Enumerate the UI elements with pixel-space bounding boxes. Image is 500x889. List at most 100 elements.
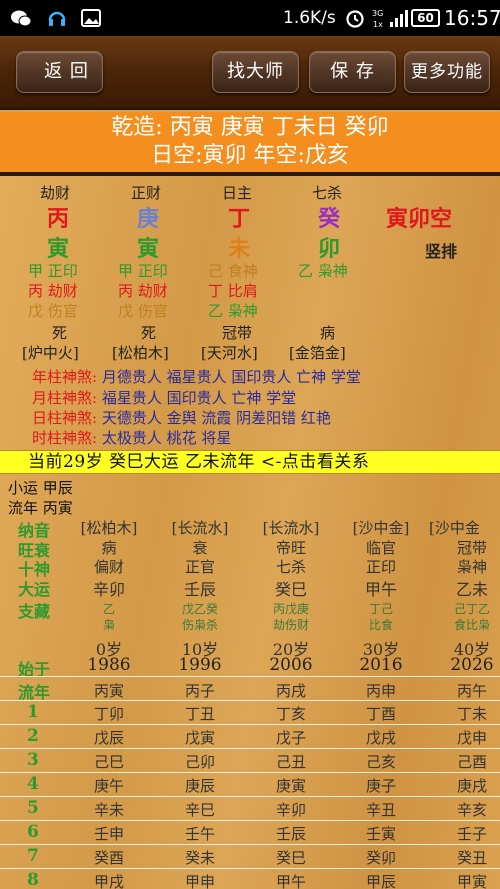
table-divider [0, 868, 500, 869]
liunian-cell[interactable]: 丁丑 [155, 703, 245, 724]
headset-icon [48, 11, 66, 26]
more-functions-button[interactable]: 更多功能 [404, 51, 490, 93]
liunian-cell[interactable]: 癸卯 [336, 847, 426, 868]
liunian-cell[interactable]: 丁亥 [246, 703, 336, 724]
dayun-start-year: 2016 [359, 655, 403, 675]
save-button[interactable]: 保 存 [309, 51, 396, 93]
liunian-cell[interactable]: 戊辰 [64, 727, 154, 748]
life-stage: 冠带 [222, 324, 253, 342]
liunian-cell[interactable]: 辛巳 [155, 799, 245, 820]
dayun-zhicang: 乙 [102, 602, 115, 616]
liunian-cell[interactable]: 辛丑 [336, 799, 426, 820]
dayun-shishen: 枭神 [456, 558, 487, 576]
hidden-stem: 乙 枭神 [298, 262, 348, 280]
dayun-ganzhi[interactable]: 壬辰 [155, 576, 245, 600]
dayun-ganzhi[interactable]: 甲午 [336, 576, 426, 600]
dayun-zhicang-shishen: 劫伤财 [272, 618, 309, 632]
year-index: 3 [27, 750, 39, 770]
liunian-cell[interactable]: 戊寅 [155, 727, 245, 748]
dayun-start-year: 2006 [269, 655, 313, 675]
find-master-button[interactable]: 找大师 [212, 51, 299, 93]
liunian-cell[interactable]: 癸巳 [246, 847, 336, 868]
dayun-nayin: [松柏木] [80, 519, 138, 537]
liunian-cell[interactable]: 辛卯 [246, 799, 336, 820]
pillar-label: 正财 [131, 184, 162, 202]
dayun-ganzhi[interactable]: 乙未 [427, 576, 500, 600]
nayin: [天河水] [201, 344, 258, 362]
dayun-zhicang-shishen: 比食 [368, 618, 393, 632]
liunian-cell[interactable]: 丁未 [427, 703, 500, 724]
nayin: [金箔金] [289, 344, 346, 362]
nayin: [松柏木] [112, 344, 169, 362]
dayun-wangshuai: 病 [101, 539, 117, 557]
life-stage: 死 [52, 324, 68, 342]
dayun-nayin: [长流水] [171, 519, 229, 537]
liunian-cell[interactable]: 壬申 [64, 823, 154, 844]
liunian-cell[interactable]: 庚寅 [246, 775, 336, 796]
liunian-cell[interactable]: 癸酉 [64, 847, 154, 868]
liunian-cell: 丙寅 [93, 682, 124, 700]
image-icon [81, 9, 101, 27]
liunian-cell[interactable]: 甲辰 [336, 871, 426, 889]
hidden-stem: 乙 枭神 [208, 302, 258, 320]
liunian-cell[interactable]: 壬寅 [336, 823, 426, 844]
liunian-cell[interactable]: 壬午 [155, 823, 245, 844]
liunian-cell[interactable]: 甲戌 [64, 871, 154, 889]
liunian-cell[interactable]: 甲寅 [427, 871, 500, 889]
liunian-cell[interactable]: 壬辰 [246, 823, 336, 844]
table-divider [0, 844, 500, 845]
liunian-cell[interactable]: 丁酉 [336, 703, 426, 724]
dayun-wangshuai: 帝旺 [275, 539, 306, 557]
earthly-branch: 寅 [47, 236, 70, 262]
chart-header: 乾造: 丙寅 庚寅 丁未日 癸卯 日空:寅卯 年空:戊亥 [0, 112, 500, 172]
liunian-cell[interactable]: 戊戌 [336, 727, 426, 748]
liunian-cell[interactable]: 庚戌 [427, 775, 500, 796]
liunian-cell[interactable]: 癸未 [155, 847, 245, 868]
liunian-cell[interactable]: 庚辰 [155, 775, 245, 796]
back-button[interactable]: 返 回 [16, 51, 103, 93]
liunian-cell[interactable]: 己酉 [427, 751, 500, 772]
year-index: 4 [27, 774, 39, 794]
liunian-cell[interactable]: 甲午 [246, 871, 336, 889]
year-index: 5 [27, 798, 39, 818]
liunian-cell[interactable]: 庚子 [336, 775, 426, 796]
dayun-zhicang: 丁己 [368, 602, 393, 616]
hidden-stem: 戊 伤官 [28, 302, 78, 320]
liunian-cell[interactable]: 庚午 [64, 775, 154, 796]
liunian-cell[interactable]: 戊子 [246, 727, 336, 748]
liunian-cell[interactable]: 己丑 [246, 751, 336, 772]
dayun-ganzhi[interactable]: 癸巳 [246, 576, 336, 600]
liunian-cell[interactable]: 癸丑 [427, 847, 500, 868]
liunian-cell[interactable]: 丁卯 [64, 703, 154, 724]
liunian-cell[interactable]: 辛未 [64, 799, 154, 820]
dayun-shishen: 偏财 [93, 558, 124, 576]
dayun-zhicang: 己丁乙 [453, 602, 490, 616]
pillar-label: 日主 [222, 184, 253, 202]
liunian-cell[interactable]: 己亥 [336, 751, 426, 772]
battery-indicator: 60 [411, 9, 440, 27]
table-divider [0, 772, 500, 773]
liunian-cell[interactable]: 甲申 [155, 871, 245, 889]
earthly-branch: 卯 [318, 236, 341, 262]
hidden-stem: 甲 正印 [28, 262, 78, 280]
liunian-cell[interactable]: 辛亥 [427, 799, 500, 820]
liunian-cell[interactable]: 壬子 [427, 823, 500, 844]
current-luck-bar[interactable]: 当前29岁 癸巳大运 乙未流年 <-点击看关系 [0, 450, 500, 474]
header-line-bazi: 乾造: 丙寅 庚寅 丁未日 癸卯 [111, 115, 389, 140]
dayun-ganzhi[interactable]: 辛卯 [64, 576, 154, 600]
toolbar: 返 回 找大师 保 存 更多功能 [0, 36, 500, 110]
dayun-start-year: 2026 [450, 655, 494, 675]
year-index: 2 [27, 726, 39, 746]
liunian-cell[interactable]: 戊申 [427, 727, 500, 748]
dayun-shishen: 正印 [365, 558, 396, 576]
heavenly-stem: 癸 [318, 206, 341, 232]
dayun-zhicang-shishen: 伤枭杀 [181, 618, 218, 632]
table-divider [0, 796, 500, 797]
flow-year: 流年 丙寅 [8, 499, 73, 517]
dayun-zhicang-shishen: 枭 [102, 618, 115, 632]
liunian-cell[interactable]: 己巳 [64, 751, 154, 772]
vertical-layout-button[interactable]: 竖排 [425, 238, 457, 262]
dayun-nayin: [沙中金 [429, 519, 480, 537]
liunian-cell[interactable]: 己卯 [155, 751, 245, 772]
shensha-row: 日柱神煞: 天德贵人 金舆 流霞 阴差阳错 红艳 [32, 409, 331, 427]
